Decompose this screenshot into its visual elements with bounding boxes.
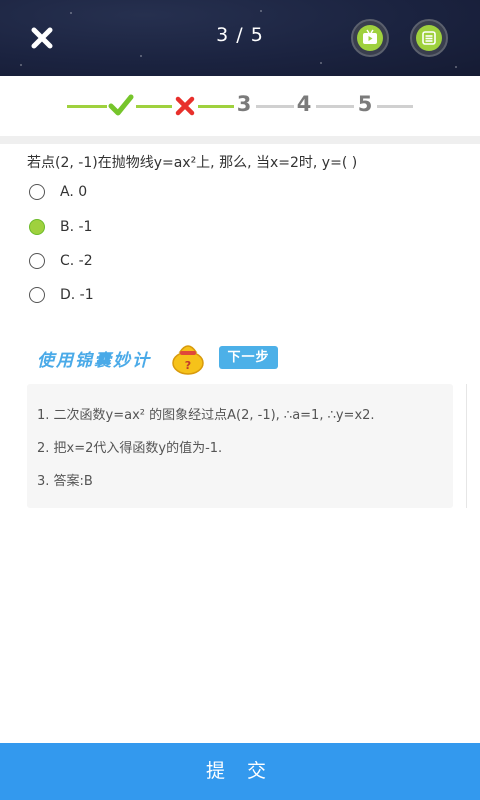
progress-step-4[interactable]: 4	[294, 92, 314, 116]
radio-button-selected[interactable]	[29, 219, 45, 235]
star-decoration	[140, 55, 142, 57]
progress-line-done	[198, 105, 234, 108]
progress-step-3[interactable]: 3	[234, 92, 254, 116]
radio-button[interactable]	[29, 184, 45, 200]
section-divider	[0, 136, 480, 144]
header-bar: 3 / 5	[0, 0, 480, 76]
star-decoration	[20, 64, 22, 66]
solution-step: 3. 答案:B	[37, 474, 93, 489]
cross-icon[interactable]	[174, 95, 196, 117]
question-counter: 3 / 5	[216, 24, 264, 46]
list-menu-icon	[422, 31, 436, 45]
solution-box: 1. 二次函数y=ax² 的图象经过点A(2, -1), ∴a=1, ∴y=x2…	[27, 384, 453, 508]
next-step-button[interactable]: 下一步	[219, 346, 278, 369]
progress-line-done	[67, 105, 107, 108]
option-label: C. -2	[60, 253, 93, 269]
close-x-icon	[31, 27, 53, 49]
svg-text:?: ?	[185, 359, 191, 372]
option-c[interactable]: C. -2	[29, 250, 93, 272]
star-decoration	[70, 12, 72, 14]
star-decoration	[320, 62, 322, 64]
side-divider	[466, 384, 467, 508]
lucky-bag-icon: ?	[172, 345, 204, 375]
progress-step-5[interactable]: 5	[355, 92, 375, 116]
check-icon[interactable]	[108, 93, 134, 117]
solution-step: 2. 把x=2代入得函数y的值为-1.	[37, 441, 223, 456]
progress-line-pending	[377, 105, 413, 108]
progress-line-pending	[316, 105, 354, 108]
option-label: B. -1	[60, 219, 93, 235]
tips-title: 使用锦囊妙计	[37, 351, 151, 371]
progress-tracker: 3 4 5	[0, 76, 480, 136]
radio-button[interactable]	[29, 253, 45, 269]
option-b[interactable]: B. -1	[29, 216, 92, 238]
menu-button[interactable]	[410, 19, 448, 57]
submit-button[interactable]: 提 交	[0, 743, 480, 800]
star-decoration	[260, 10, 262, 12]
option-a[interactable]: A. 0	[29, 181, 87, 203]
progress-line-done	[136, 105, 172, 108]
option-label: D. -1	[60, 287, 94, 303]
close-button[interactable]	[26, 22, 58, 54]
solution-step: 1. 二次函数y=ax² 的图象经过点A(2, -1), ∴a=1, ∴y=x2…	[37, 408, 375, 423]
question-text: 若点(2, -1)在抛物线y=ax²上, 那么, 当x=2时, y=( )	[27, 155, 358, 171]
tv-play-icon	[363, 29, 377, 44]
option-label: A. 0	[60, 184, 88, 200]
star-decoration	[455, 66, 457, 68]
option-d[interactable]: D. -1	[29, 284, 94, 306]
radio-button[interactable]	[29, 287, 45, 303]
video-button[interactable]	[351, 19, 389, 57]
progress-line-pending	[256, 105, 294, 108]
